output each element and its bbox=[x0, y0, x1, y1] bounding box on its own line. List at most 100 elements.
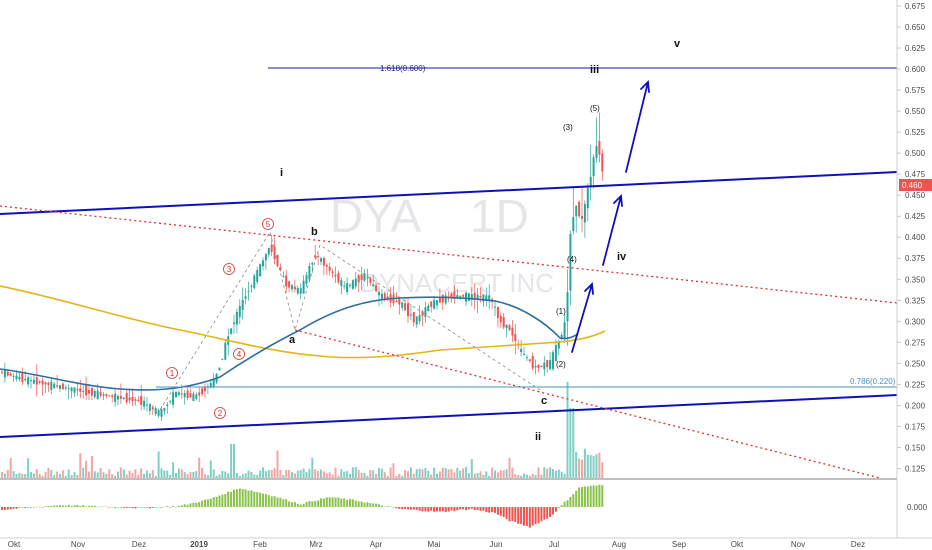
volume-bar bbox=[525, 474, 528, 478]
oscillator-bar bbox=[108, 507, 111, 508]
candle-body bbox=[285, 275, 288, 287]
candle-body bbox=[479, 296, 482, 298]
volume-bar bbox=[114, 475, 117, 478]
wave-iv: iv bbox=[617, 251, 627, 263]
oscillator-bar bbox=[119, 507, 122, 508]
oscillator-bar bbox=[73, 505, 76, 507]
oscillator-bar bbox=[114, 507, 117, 508]
oscillator-bar bbox=[525, 507, 528, 526]
volume-bar bbox=[543, 467, 546, 478]
price-tick-label: 0.125 bbox=[905, 464, 926, 473]
candle-body bbox=[537, 364, 540, 369]
volume-bar bbox=[409, 467, 412, 478]
volume-bar bbox=[349, 473, 351, 478]
candle-body bbox=[575, 205, 578, 217]
price-tick-label: 0.225 bbox=[905, 380, 926, 389]
volume-bar bbox=[134, 469, 137, 478]
oscillator-bar bbox=[549, 507, 552, 517]
volume-bar bbox=[47, 467, 50, 478]
oscillator-bar bbox=[311, 501, 314, 507]
oscillator-bar bbox=[424, 507, 427, 512]
candle-body bbox=[409, 314, 412, 316]
volume-bar bbox=[238, 475, 241, 478]
oscillator-bar bbox=[578, 487, 581, 507]
volume-bar bbox=[357, 469, 360, 478]
candle-body bbox=[128, 397, 131, 401]
candle-body bbox=[169, 400, 172, 402]
volume-bar bbox=[131, 472, 134, 478]
volume-bar bbox=[343, 471, 346, 478]
candle-body bbox=[79, 388, 82, 392]
candle-body bbox=[360, 274, 363, 280]
oscillator-bar bbox=[560, 505, 563, 507]
candle-body bbox=[140, 395, 143, 405]
volume-bar bbox=[534, 474, 537, 478]
volume-bar bbox=[415, 469, 418, 478]
candle-body bbox=[102, 394, 105, 396]
price-tick-label: 0.250 bbox=[905, 359, 926, 368]
volume-bar bbox=[267, 470, 270, 478]
oscillator-bar bbox=[250, 490, 253, 507]
volume-bar bbox=[378, 468, 380, 478]
volume-bar bbox=[441, 467, 444, 478]
volume-bar bbox=[340, 469, 343, 478]
volume-bar bbox=[305, 472, 308, 478]
oscillator-bar bbox=[331, 497, 334, 507]
arrow-1 bbox=[571, 282, 594, 353]
candle-body bbox=[317, 256, 320, 258]
wave-b: b bbox=[311, 226, 318, 238]
oscillator-bar bbox=[308, 501, 311, 507]
volume-bar bbox=[369, 470, 372, 478]
candle-body bbox=[24, 378, 27, 381]
oscillator-bar bbox=[44, 506, 47, 507]
oscillator-bar bbox=[183, 504, 186, 507]
time-axis[interactable]: Okt Nov Dez 2019 Feb Mrz Apr Mai Jun Jul Aug Sep Okt… bbox=[8, 540, 865, 549]
volume-bar bbox=[140, 468, 143, 478]
candle-body bbox=[311, 262, 314, 265]
candle-body bbox=[308, 265, 311, 280]
volume-bar bbox=[427, 470, 430, 478]
oscillator-bar bbox=[447, 507, 450, 512]
sub-wave-5: (5) bbox=[590, 104, 600, 113]
volume-bar bbox=[180, 469, 183, 478]
price-chart[interactable]: DYA 1D DYNACERT INC 1.618(0.600) 0.786(0… bbox=[0, 0, 932, 550]
candle-body bbox=[540, 365, 543, 367]
candle-body bbox=[467, 293, 470, 301]
candle-body bbox=[41, 380, 44, 385]
candle-body bbox=[241, 299, 244, 310]
wave-c: c bbox=[541, 395, 547, 407]
volume-bar bbox=[456, 467, 459, 478]
oscillator-bar bbox=[27, 507, 30, 508]
volume-bar bbox=[401, 475, 404, 478]
volume-bar bbox=[85, 460, 88, 478]
candle-body bbox=[534, 365, 537, 368]
price-axis[interactable]: 0.675 0.650 0.625 0.600 0.575 0.550 0.525 0.500… bbox=[897, 2, 926, 473]
candle-body bbox=[235, 311, 238, 325]
arrow-3 bbox=[625, 80, 650, 173]
wave-a: a bbox=[289, 334, 296, 346]
volume-bar bbox=[404, 469, 407, 478]
volume-bar bbox=[389, 467, 392, 478]
oscillator-bar bbox=[241, 489, 244, 507]
candle-body bbox=[314, 255, 317, 258]
volume-bar bbox=[206, 475, 209, 478]
oscillator-bar bbox=[102, 506, 105, 508]
candle-body bbox=[395, 301, 398, 303]
oscillator-bar bbox=[415, 507, 418, 510]
oscillator-bar bbox=[433, 507, 436, 512]
oscillator-bar bbox=[485, 507, 488, 512]
oscillator-bar bbox=[238, 488, 241, 507]
candle-body bbox=[270, 244, 273, 252]
candle-body bbox=[462, 295, 465, 297]
time-tick-label: Mai bbox=[428, 540, 441, 549]
oscillator-bar bbox=[224, 494, 227, 507]
fib-label-0786: 0.786(0.220) bbox=[850, 377, 896, 386]
oscillator-bar bbox=[595, 485, 598, 507]
oscillator-bar bbox=[276, 497, 279, 507]
circle-label-4: 4 bbox=[237, 350, 242, 359]
volume-bar bbox=[505, 469, 508, 478]
oscillator-bar bbox=[201, 500, 204, 507]
candle-body bbox=[44, 382, 47, 385]
oscillator-bar bbox=[143, 507, 146, 508]
volume-bar bbox=[351, 467, 354, 478]
